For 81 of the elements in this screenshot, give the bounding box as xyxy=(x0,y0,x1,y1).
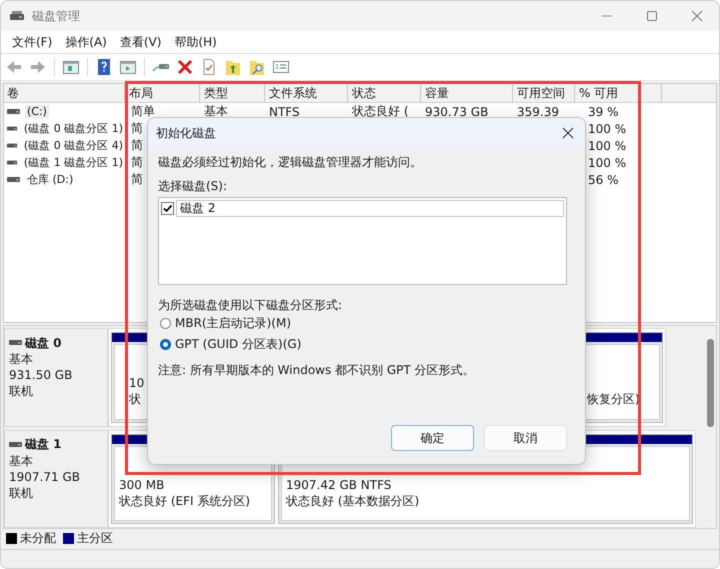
partition-size: 300 MB xyxy=(119,478,164,492)
column-header[interactable]: 文件系统 xyxy=(265,84,348,102)
dialog-message: 磁盘必须经过初始化，逻辑磁盘管理器才能访问。 xyxy=(158,154,423,170)
table-cell: 100 % xyxy=(588,138,626,152)
table-cell: 100 % xyxy=(588,156,626,170)
disk-size: 931.50 GB xyxy=(9,367,74,383)
drive-icon xyxy=(7,108,21,116)
disk-status: 联机 xyxy=(9,484,34,500)
disk-name: 磁盘 0 xyxy=(25,334,62,352)
drive-icon xyxy=(7,176,21,184)
field-label: 选择磁盘(S): xyxy=(158,178,228,194)
table-cell: 930.73 GB xyxy=(425,104,488,118)
partition-status: 状态良好 (基本数据分区) xyxy=(286,494,420,508)
table-cell: 简 xyxy=(131,120,143,137)
drive-icon xyxy=(9,440,23,448)
partition-status: 状态良好 (EFI 系统分区) xyxy=(119,494,250,508)
help-icon[interactable] xyxy=(95,58,113,76)
panel-icon[interactable] xyxy=(62,58,80,76)
disk-type: 基本 xyxy=(9,452,34,468)
disk-size: 1907.71 GB xyxy=(9,468,81,484)
volume-name[interactable]: (磁盘 0 磁盘分区 1) xyxy=(22,121,125,136)
dialog-button[interactable]: 确定 xyxy=(391,425,474,451)
drive-icon xyxy=(7,124,18,132)
column-header[interactable]: 类型 xyxy=(200,84,265,102)
table-cell: 简单 xyxy=(131,103,155,120)
column-header[interactable]: % 可用 xyxy=(575,84,662,102)
table-cell: 56 % xyxy=(588,172,618,186)
partition-status: 状 xyxy=(129,392,141,406)
dialog-button[interactable]: 取消 xyxy=(484,425,567,451)
maximize-icon[interactable] xyxy=(646,10,658,22)
panel-icon[interactable] xyxy=(119,58,137,76)
section-label: 为所选磁盘使用以下磁盘分区形式: xyxy=(158,297,344,313)
column-header[interactable]: 状态 xyxy=(348,84,421,102)
radio-label[interactable]: MBR(主启动记录)(M) xyxy=(175,315,292,332)
volume-name[interactable]: (磁盘 0 磁盘分区 4) xyxy=(22,138,125,153)
legend-label: 主分区 xyxy=(77,530,113,546)
table-cell: 39 % xyxy=(588,104,618,118)
note-text: 注意: 所有早期版本的 Windows 都不识别 GPT 分区形式。 xyxy=(158,362,476,378)
disk-status: 联机 xyxy=(9,383,34,399)
drive-icon xyxy=(7,158,18,166)
window-title: 磁盘管理 xyxy=(32,8,80,24)
menu-item[interactable]: 操作(A) xyxy=(60,34,115,50)
scroll-thumb[interactable] xyxy=(706,339,714,427)
app-icon xyxy=(9,9,25,23)
partition-size: 1907.42 GB NTFS xyxy=(286,478,392,492)
volume-name[interactable]: 仓库 (D:) xyxy=(25,172,76,187)
table-cell: 状态良好 ( xyxy=(352,103,408,120)
dialog-title: 初始化磁盘 xyxy=(156,124,216,142)
drive-icon xyxy=(7,142,18,150)
folder-search-icon[interactable] xyxy=(248,58,266,76)
disk-type: 基本 xyxy=(9,351,34,367)
legend-label: 未分配 xyxy=(20,530,56,546)
folder-up-icon[interactable] xyxy=(224,58,242,76)
radio-button[interactable] xyxy=(160,318,171,329)
partition-size: 10 xyxy=(129,376,144,390)
drive-icon xyxy=(9,339,23,347)
volume-name[interactable]: (磁盘 1 磁盘分区 1) xyxy=(22,155,125,170)
disk-name: 磁盘 1 xyxy=(25,436,62,453)
column-header[interactable]: 容量 xyxy=(421,84,513,102)
table-cell: 基本 xyxy=(204,103,228,120)
radio-button[interactable] xyxy=(160,339,171,350)
radio-label[interactable]: GPT (GUID 分区表)(G) xyxy=(175,336,302,353)
checkbox[interactable] xyxy=(161,202,174,215)
table-cell: 简 xyxy=(131,171,143,188)
list-icon[interactable] xyxy=(272,58,290,76)
delete-icon[interactable] xyxy=(176,58,194,76)
volume-name[interactable]: (C:) xyxy=(25,105,49,118)
close-icon[interactable] xyxy=(562,127,574,139)
menu-item[interactable]: 查看(V) xyxy=(114,34,170,50)
table-cell: 简 xyxy=(131,137,143,154)
column-header[interactable]: 卷 xyxy=(4,84,125,102)
column-header[interactable]: 可用空间 xyxy=(513,84,575,102)
disk-list[interactable]: 磁盘 2 xyxy=(158,197,567,285)
menu-item[interactable]: 帮助(H) xyxy=(169,34,225,50)
table-cell: 100 % xyxy=(588,122,626,136)
menu-item[interactable]: 文件(F) xyxy=(7,34,60,50)
table-cell: 简 xyxy=(131,154,143,171)
table-cell: NTFS xyxy=(269,104,300,118)
table-cell: 359.39 xyxy=(517,104,559,118)
column-header[interactable]: 布局 xyxy=(125,84,200,102)
list-item[interactable]: 磁盘 2 xyxy=(176,200,564,217)
